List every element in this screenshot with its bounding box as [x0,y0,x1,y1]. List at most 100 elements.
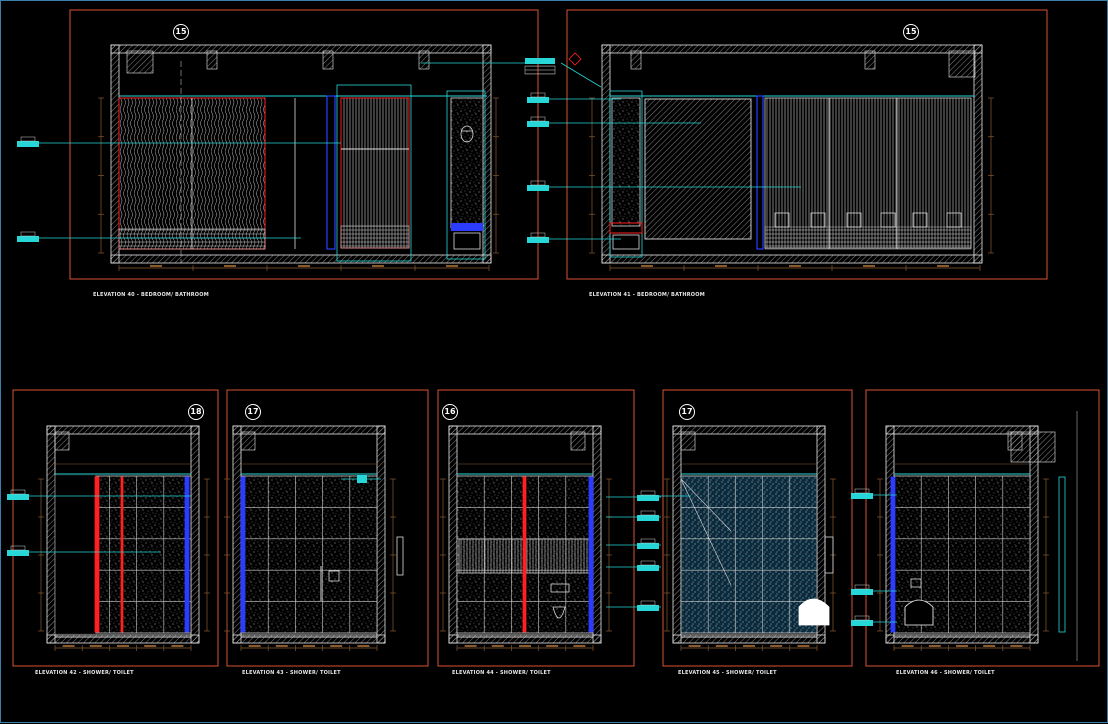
elev40-beam-c [322,50,334,70]
elev46-dim-bottom-label [1010,645,1023,647]
elev42-dim-bottom-label [62,645,75,647]
elev42-dim-bottom-label [144,645,157,647]
elev42-dim-bottom-label [89,645,102,647]
elev43-dim-bottom-label [357,645,370,647]
elevation-41-caption: ELEVATION 41 - BEDROOM/ BATHROOM [589,292,705,298]
elevation-40-caption: ELEVATION 40 - BEDROOM/ BATHROOM [93,292,209,298]
elev41-floor [601,254,983,264]
elev41-beam-c [630,50,642,70]
elev41-dim-bottom-label [937,265,949,267]
elev40-beam-d [418,50,430,70]
elevation-42-caption: ELEVATION 42 - SHOWER/ TOILET [35,670,134,676]
elev43-tile-wall [240,475,378,634]
elev44-callout-2-tag-box [637,543,659,549]
elev44-dim-bottom-label [464,645,477,647]
elev42-ceiling [46,425,200,435]
elev45-dim-bottom-label [770,645,783,647]
elev44-callout-2-tag-text [640,538,656,544]
elev44-callout-4-tag-text [640,600,656,606]
elev42-callout-a-tag-box [7,494,29,500]
elev45-dim-bottom-label [743,645,755,647]
elev46-dim-bottom-label [956,645,968,647]
elev46-dim-bottom-label [928,645,941,647]
elev46-callout-c-tag-box [851,620,873,626]
elev42-dim-bottom-label [117,645,129,647]
elev46-callout-b-tag-box [851,589,873,595]
elev45-left-wall [672,425,682,644]
elev41-ceiling [601,44,983,54]
elev40-dim-bottom-label [150,265,162,267]
elev42-left-wall [46,425,56,644]
elev40-right-wall [482,44,492,264]
elev41-mirror [644,98,752,240]
elev46-callout-b-tag-text [854,584,870,590]
elev40-marker [568,52,582,66]
elev43-callout-box [357,475,367,483]
elev46-callout-a-tag-box [851,493,873,499]
elev45-tile-wall [680,475,818,634]
elev41-callout-c-tag-box [527,185,549,191]
elev41-blue-jamb [756,95,764,250]
elev42-red-trim [94,476,100,633]
elevation-40-tag: 15 [173,24,189,40]
elev44-callout-4-tag-box [637,605,659,611]
elev44-dim-bottom-label [546,645,559,647]
elev42-dim-bottom-label [171,645,184,647]
elev44-callout-1-tag-text [640,510,656,516]
elev40-door-base [340,225,410,249]
elev41-right-wall [973,44,983,264]
elev44-beam-r [570,431,586,451]
elev41-bed-wall [764,97,972,249]
elev44-dim-bottom-label [573,645,586,647]
elev40-callout-b-tag-box [17,236,39,242]
elev40-callout-b-tag-text [20,231,36,237]
elev41-callout-d-tag-box [527,237,549,243]
elev43-dim-bottom-label [303,645,315,647]
elev41-dim-bottom-label [641,265,653,267]
elev42-callout-b-tag-box [7,550,29,556]
elev42-right-wall [190,425,200,644]
elev41-niche-base [612,234,640,250]
elev44-callout-0-tag-text [640,490,656,496]
elev40-left-wall [110,44,120,264]
elev41-beam-a [948,50,976,78]
elev40-dim-bottom-label [446,265,458,267]
elev46-floor [885,634,1039,644]
elev40-dim-bottom-label [372,265,384,267]
elev46-glass [1058,476,1066,633]
elev43-ceiling [232,425,386,435]
elev46-callout-c-tag-text [854,615,870,621]
elev42-beam [54,431,70,451]
elev44-left-wall [448,425,458,644]
elev40-drawer [118,228,266,250]
elev41-bench-base [764,226,972,250]
elev41-niche [611,97,641,227]
elev43-left-wall [232,425,242,644]
elev43-right-wall [376,425,386,644]
elev46-dim-bottom-label [901,645,914,647]
elevation-44-tag: 16 [442,404,458,420]
elev40-ceiling [110,44,492,54]
elev41-beam-b [864,50,876,70]
elev41-callout-b-tag-box [527,121,549,127]
elev44-callout-3-tag-text [640,560,656,566]
elev45-basin [798,598,830,626]
elev45-floor [672,634,826,644]
elev46-basin [904,599,934,626]
elev45-dim-bottom-label [688,645,701,647]
elev46-blue-jamb [890,476,896,633]
elev41-dim-bottom-label [715,265,727,267]
elevation-43-caption: ELEVATION 43 - SHOWER/ TOILET [242,670,341,676]
elevation-44-caption: ELEVATION 44 - SHOWER/ TOILET [452,670,551,676]
elev44-right-wall [592,425,602,644]
elev40-callout-top-box [525,58,555,64]
elev40-niche-shelf [451,223,483,231]
elevation-45-caption: ELEVATION 45 - SHOWER/ TOILET [678,670,777,676]
elev45-beam [680,431,696,451]
elev43-dim-bottom-label [330,645,343,647]
elev40-beam-a [126,50,154,74]
elev43-dim-bottom-label [275,645,288,647]
elev40-dim-bottom-label [224,265,236,267]
elevation-drawing [7,9,1100,667]
elevation-45-tag: 17 [679,404,695,420]
